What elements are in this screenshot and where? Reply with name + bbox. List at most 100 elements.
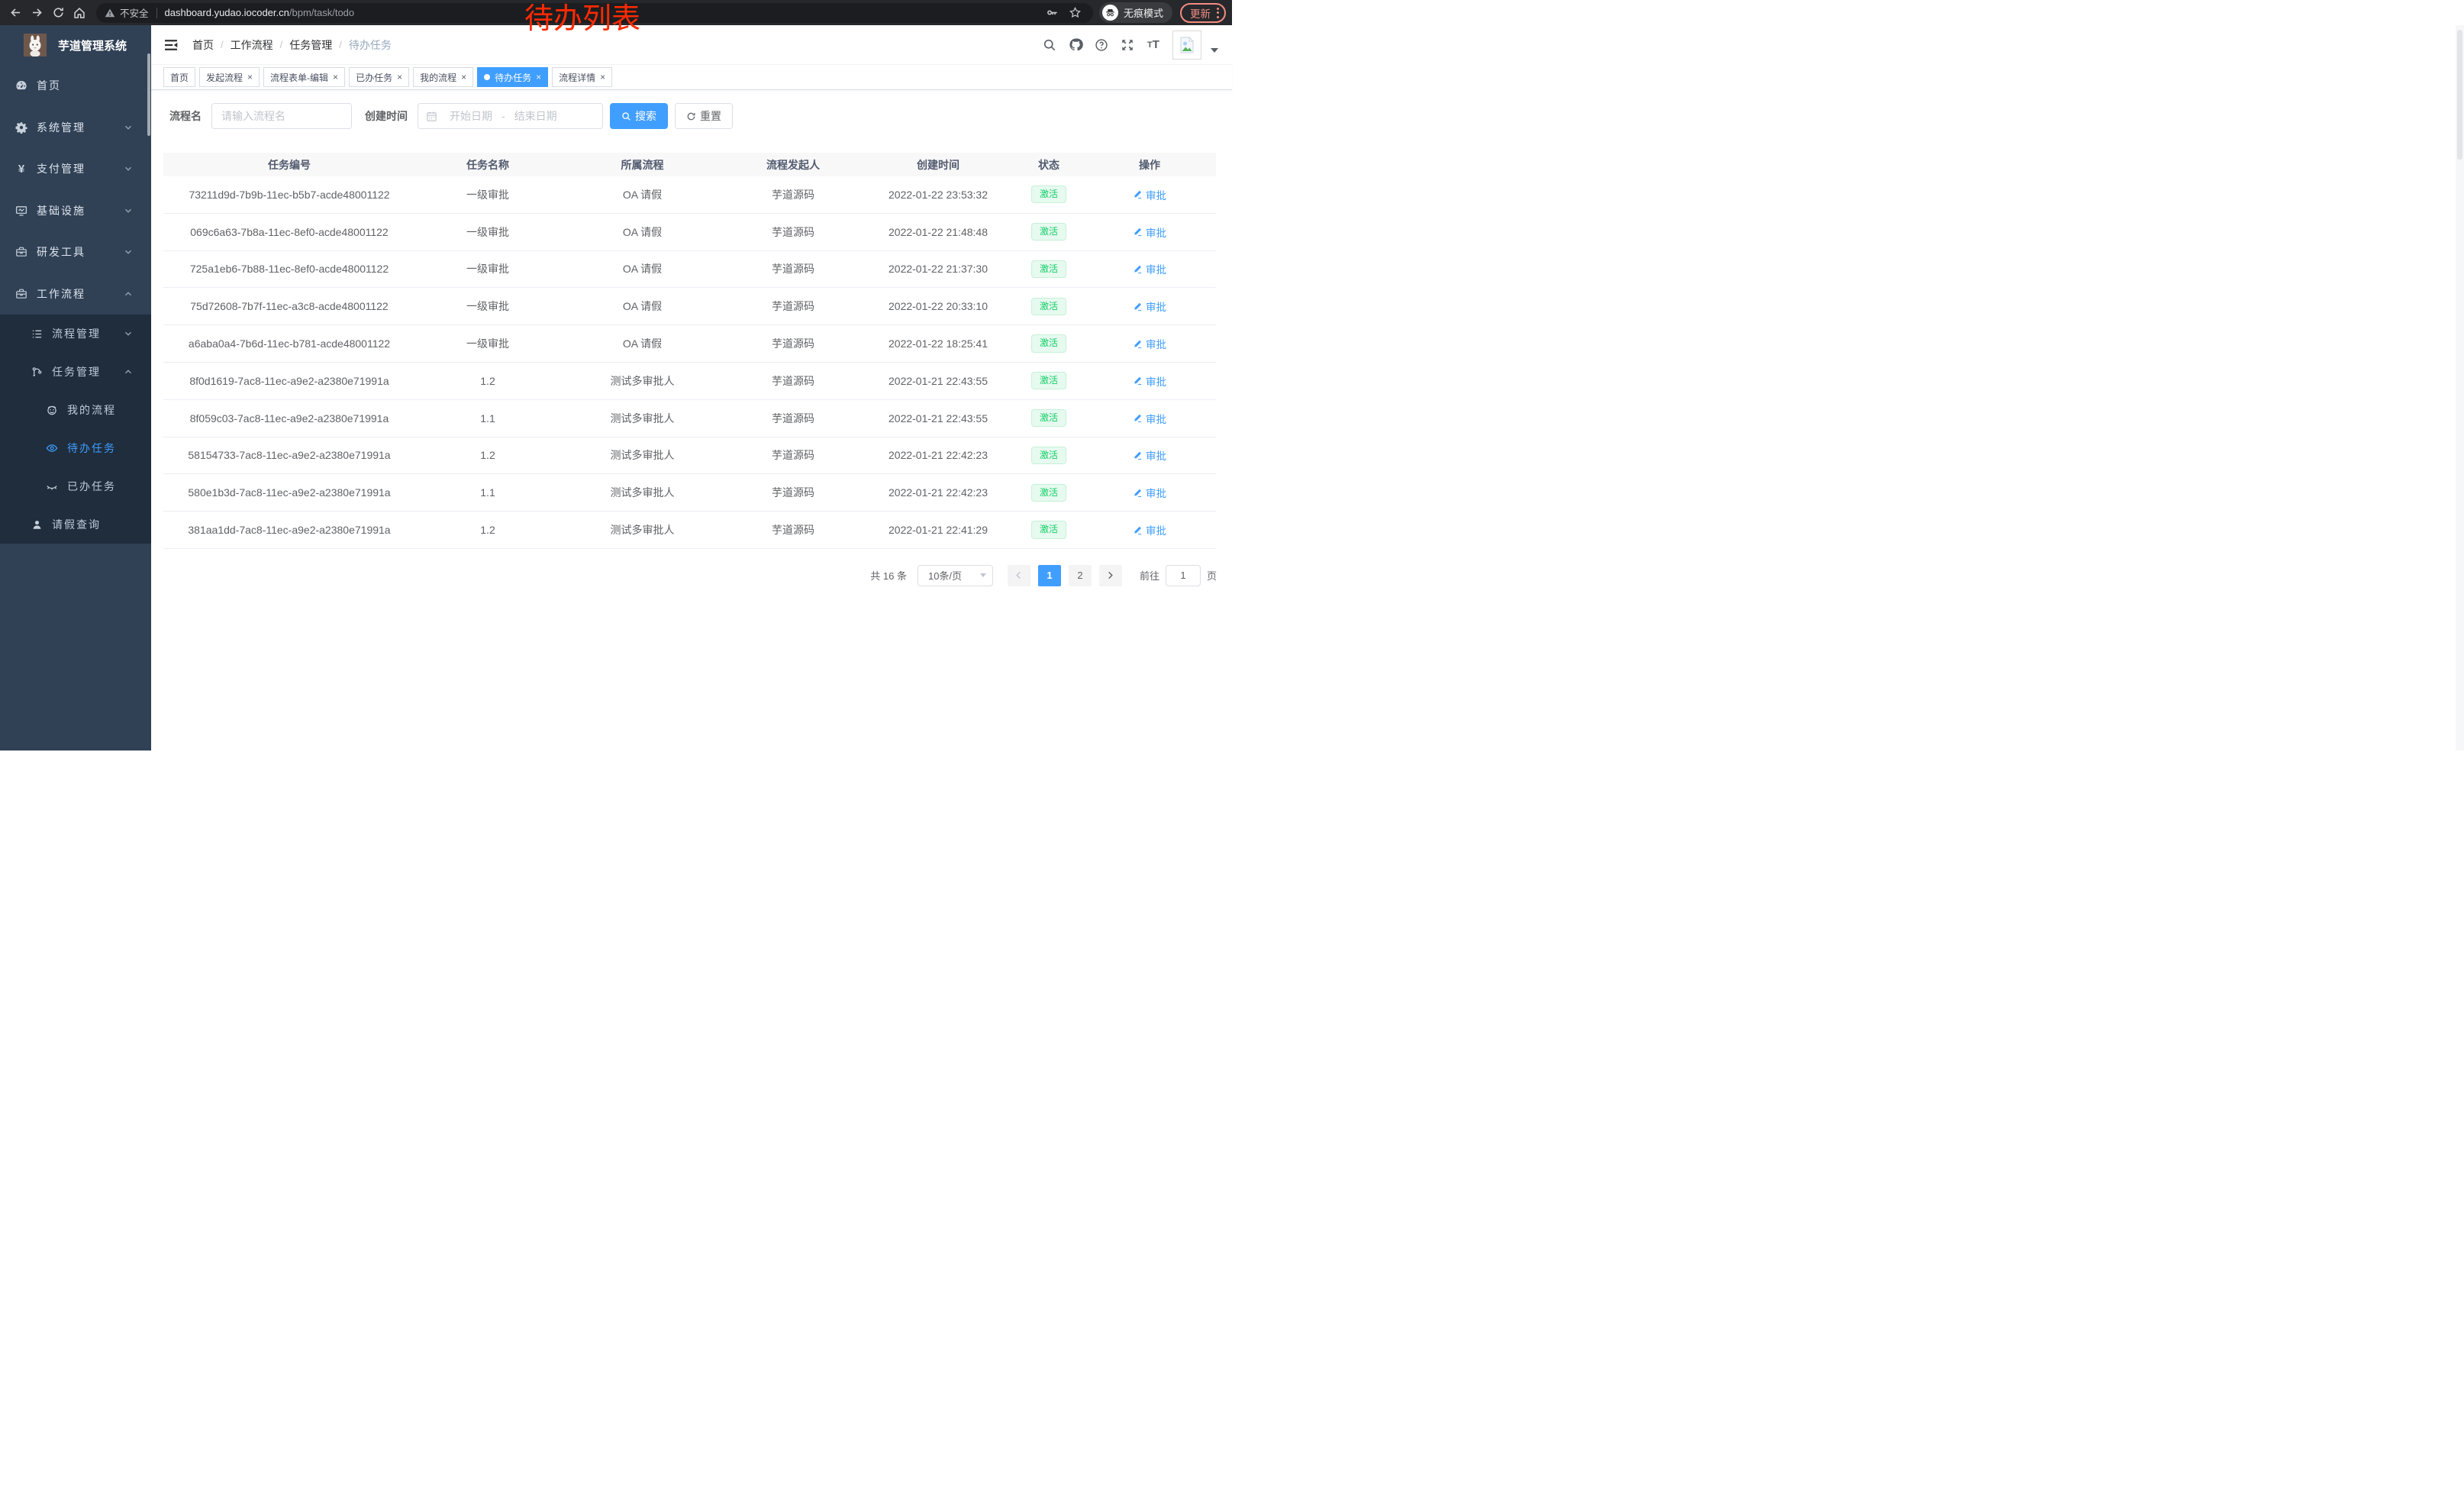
- sidebar-scrollbar-thumb[interactable]: [147, 53, 150, 136]
- tab-my-process[interactable]: 我的流程×: [413, 67, 473, 87]
- table-row: 58154733-7ac8-11ec-a9e2-a2380e71991a1.2测…: [163, 437, 1216, 475]
- filter-form: 流程名 创建时间 - 搜索 重置: [163, 103, 1217, 129]
- breadcrumb-item[interactable]: 工作流程: [231, 37, 273, 53]
- sidebar-item-home[interactable]: 首页: [0, 65, 151, 107]
- sidebar-item-task-management[interactable]: 任务管理: [0, 353, 151, 391]
- security-label[interactable]: 不安全: [120, 5, 149, 20]
- tab-todo-task[interactable]: 待办任务×: [477, 67, 548, 87]
- page-button-1[interactable]: 1: [1038, 565, 1061, 586]
- password-key-icon[interactable]: [1043, 4, 1062, 22]
- omnibox-divider: [156, 8, 157, 18]
- yen-icon: ¥: [15, 163, 27, 175]
- close-tab-icon[interactable]: ×: [461, 73, 466, 82]
- browser-menu-icon[interactable]: [1217, 8, 1219, 18]
- prev-page-button[interactable]: [1008, 565, 1030, 586]
- eye-off-icon: [46, 480, 58, 492]
- app-logo-row[interactable]: 芋道管理系统: [0, 25, 151, 65]
- tab-home[interactable]: 首页: [163, 67, 195, 87]
- tab-form-edit[interactable]: 流程表单-编辑×: [263, 67, 345, 87]
- tab-done-task[interactable]: 已办任务×: [349, 67, 409, 87]
- approve-link[interactable]: 审批: [1133, 224, 1166, 240]
- sidebar-item-leave-query[interactable]: 请假查询: [0, 505, 151, 544]
- initiator-cell: 芋道源码: [724, 299, 862, 314]
- status-badge: 激活: [1031, 521, 1066, 538]
- page-button-2[interactable]: 2: [1069, 565, 1092, 586]
- date-range-picker[interactable]: -: [418, 103, 603, 129]
- start-date-input[interactable]: [442, 109, 500, 123]
- github-icon[interactable]: [1064, 34, 1087, 56]
- search-button[interactable]: 搜索: [610, 103, 668, 129]
- sidebar-item-system[interactable]: 系统管理: [0, 107, 151, 149]
- browser-home-button[interactable]: [69, 2, 90, 24]
- avatar[interactable]: [1172, 31, 1201, 60]
- approve-link[interactable]: 审批: [1133, 522, 1166, 537]
- close-tab-icon[interactable]: ×: [333, 73, 338, 82]
- close-tab-icon[interactable]: ×: [600, 73, 605, 82]
- table-row: 381aa1dd-7ac8-11ec-a9e2-a2380e71991a1.2测…: [163, 512, 1216, 549]
- browser-reload-button[interactable]: [47, 2, 69, 24]
- process-name-input[interactable]: [211, 103, 352, 129]
- sidebar-item-dev-tools[interactable]: 研发工具: [0, 231, 151, 273]
- page-size-select[interactable]: 10条/页: [918, 565, 993, 586]
- font-size-icon[interactable]: TT: [1142, 34, 1165, 56]
- task-id-cell: 381aa1dd-7ac8-11ec-a9e2-a2380e71991a: [163, 524, 415, 536]
- sidebar-item-todo-task[interactable]: 待办任务: [0, 429, 151, 467]
- created-time-cell: 2022-01-21 22:42:23: [862, 449, 1014, 461]
- approve-link[interactable]: 审批: [1133, 447, 1166, 463]
- close-tab-icon[interactable]: ×: [247, 73, 253, 82]
- browser-back-button[interactable]: [5, 2, 26, 24]
- status-cell: 激活: [1014, 186, 1083, 203]
- sidebar-item-my-process[interactable]: 我的流程: [0, 391, 151, 429]
- approve-link[interactable]: 审批: [1133, 299, 1166, 314]
- page-unit-label: 页: [1207, 568, 1217, 583]
- created-time-cell: 2022-01-22 20:33:10: [862, 300, 1014, 312]
- tab-process-detail[interactable]: 流程详情×: [552, 67, 612, 87]
- approve-link[interactable]: 审批: [1133, 187, 1166, 202]
- sidebar-item-payment[interactable]: ¥支付管理: [0, 148, 151, 190]
- fullscreen-icon[interactable]: [1116, 34, 1139, 56]
- reset-button[interactable]: 重置: [675, 103, 733, 129]
- next-page-button[interactable]: [1099, 565, 1122, 586]
- help-icon[interactable]: [1090, 34, 1113, 56]
- goto-page-input[interactable]: [1166, 565, 1201, 586]
- initiator-cell: 芋道源码: [724, 522, 862, 537]
- edit-pencil-icon: [1133, 302, 1146, 311]
- update-button[interactable]: 更新: [1180, 3, 1226, 23]
- sidebar-item-done-task[interactable]: 已办任务: [0, 467, 151, 505]
- address-bar[interactable]: 不安全 dashboard.yudao.iocoder.cn/bpm/task/…: [96, 3, 1093, 23]
- task-name-cell: 一级审批: [415, 299, 560, 314]
- approve-link[interactable]: 审批: [1133, 485, 1166, 500]
- approve-link[interactable]: 审批: [1133, 373, 1166, 389]
- page-scrollbar[interactable]: [2456, 25, 2464, 750]
- status-cell: 激活: [1014, 260, 1083, 278]
- incognito-icon: [1102, 5, 1118, 21]
- process-cell: 测试多审批人: [560, 485, 724, 500]
- end-date-input[interactable]: [507, 109, 565, 123]
- user-menu-caret-icon[interactable]: [1211, 48, 1218, 53]
- tab-start-process[interactable]: 发起流程×: [199, 67, 260, 87]
- task-name-cell: 一级审批: [415, 187, 560, 202]
- status-cell: 激活: [1014, 223, 1083, 240]
- task-name-cell: 1.1: [415, 486, 560, 499]
- dashboard-icon: [15, 79, 27, 92]
- created-time-cell: 2022-01-22 23:53:32: [862, 189, 1014, 201]
- close-tab-icon[interactable]: ×: [397, 73, 402, 82]
- collapse-sidebar-icon[interactable]: [163, 37, 179, 53]
- bookmark-star-icon[interactable]: [1066, 4, 1085, 22]
- approve-link[interactable]: 审批: [1133, 411, 1166, 426]
- close-tab-icon[interactable]: ×: [536, 73, 541, 82]
- url-text[interactable]: dashboard.yudao.iocoder.cn/bpm/task/todo: [165, 7, 355, 18]
- sidebar-item-infrastructure[interactable]: 基础设施: [0, 190, 151, 232]
- browser-forward-button[interactable]: [26, 2, 47, 24]
- breadcrumb-item[interactable]: 首页: [192, 37, 214, 53]
- search-icon[interactable]: [1038, 34, 1061, 56]
- workflow-submenu: 流程管理任务管理我的流程待办任务已办任务请假查询: [0, 315, 151, 544]
- breadcrumb-item[interactable]: 任务管理: [289, 37, 332, 53]
- app-title: 芋道管理系统: [58, 37, 127, 53]
- sidebar-item-process-management[interactable]: 流程管理: [0, 315, 151, 353]
- sidebar-item-workflow[interactable]: 工作流程: [0, 273, 151, 315]
- table-row: 73211d9d-7b9b-11ec-b5b7-acde48001122一级审批…: [163, 176, 1216, 214]
- approve-link[interactable]: 审批: [1133, 336, 1166, 351]
- approve-link[interactable]: 审批: [1133, 261, 1166, 276]
- task-id-cell: 58154733-7ac8-11ec-a9e2-a2380e71991a: [163, 449, 415, 461]
